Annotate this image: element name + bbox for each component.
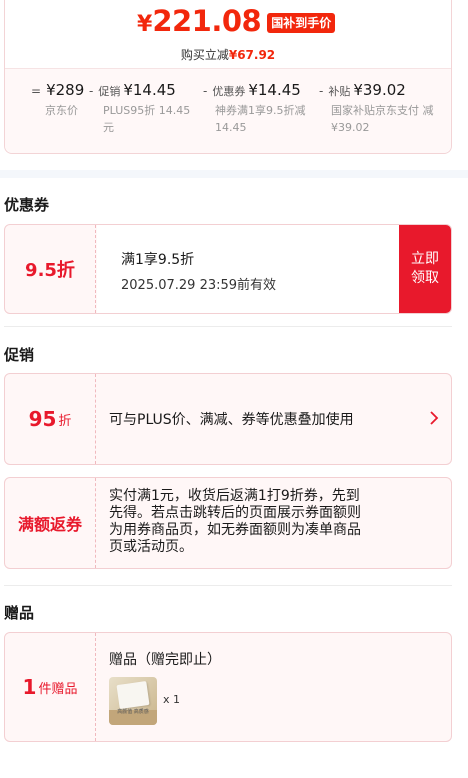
coupon-discount-value: 9.5折 (25, 260, 75, 281)
breakdown-note: 京东价 (45, 104, 78, 117)
plus-discount: 95 折 (5, 374, 95, 464)
gift-section-title: 赠品 (4, 604, 35, 622)
breakdown-promotion: - 促销 ¥14.45 PLUS95折 14.45元 (89, 81, 201, 136)
price-currency: ¥ (137, 11, 153, 37)
rebate-label-box: 满额返券 (5, 478, 95, 568)
price-value: 221.08 (152, 4, 262, 38)
breakdown-note: 神券满1享9.5折减 14.45 (215, 104, 306, 134)
chevron-right-icon[interactable] (429, 410, 439, 429)
breakdown-coupon: - 优惠券 ¥14.45 神券满1享9.5折减 14.45 (203, 81, 317, 136)
plus-promo-text: 可与PLUS价、满减、券等优惠叠加使用 (109, 412, 354, 428)
price-breakdown[interactable]: = ¥289 京东价 - 促销 ¥14.45 PLUS95折 14.45元 - … (5, 69, 451, 153)
rebate-line: 实付满1元，收货后返满1打9折券，先到 (109, 488, 360, 504)
breakdown-value: ¥39.02 (353, 81, 406, 99)
rebate-line: 页或活动页。 (109, 539, 193, 555)
subsidy-price-badge: 国补到手价 (267, 13, 336, 33)
dashed-divider (95, 225, 96, 313)
dashed-divider (95, 478, 96, 568)
price-summary-card: ¥ 221.08 国补到手价 购买立减¥67.92 = ¥289 京东价 - 促… (4, 0, 452, 154)
plus-discount-unit: 折 (58, 413, 72, 429)
rebate-line: 为用券商品页，如无券面额则为凑单商品 (109, 522, 361, 538)
breakdown-label: 优惠券 (212, 85, 246, 98)
gift-card[interactable]: 1 件赠品 赠品（赠完即止） 高颜值 高质感 x 1 (4, 632, 452, 742)
price-header: ¥ 221.08 国补到手价 购买立减¥67.92 (5, 0, 451, 68)
discount-label: 购买立减 (180, 48, 229, 62)
breakdown-note: 国家补贴京东支付 减¥39.02 (331, 104, 434, 134)
rebate-description: 实付满1元，收货后返满1打9折券，先到 先得。若点击跳转后的页面展示券面额则 为… (109, 488, 361, 556)
coupon-condition: 满1享9.5折 (121, 252, 195, 268)
breakdown-note: PLUS95折 14.45元 (103, 104, 191, 134)
breakdown-subsidy: - 补贴 ¥39.02 国家补贴京东支付 减¥39.02 (319, 81, 443, 136)
gift-quantity: x 1 (163, 693, 181, 706)
operator: - (89, 84, 94, 98)
coupon-card[interactable]: 9.5折 满1享9.5折 2025.07.29 23:59前有效 立即 领取 (4, 224, 452, 314)
rebate-promo-card[interactable]: 满额返券 实付满1元，收货后返满1打9折券，先到 先得。若点击跳转后的页面展示券… (4, 477, 452, 569)
plus-discount-value: 95 (28, 407, 57, 431)
breakdown-list-price: = ¥289 京东价 (31, 81, 91, 119)
rebate-line: 先得。若点击跳转后的页面展示券面额则 (109, 505, 361, 521)
claim-label-line2: 领取 (411, 270, 439, 286)
gift-image (116, 681, 150, 709)
gift-count: 1 件赠品 (5, 633, 95, 741)
gift-label: 赠品（赠完即止） (109, 652, 221, 668)
coupon-section-title: 优惠券 (4, 196, 50, 214)
claim-label-line1: 立即 (411, 251, 439, 267)
divider (4, 326, 452, 327)
plus-promo-card[interactable]: 95 折 可与PLUS价、满减、券等优惠叠加使用 (4, 373, 452, 465)
divider (4, 585, 452, 586)
breakdown-label: 促销 (98, 85, 121, 98)
hand-price: ¥ 221.08 国补到手价 (137, 4, 336, 38)
coupon-details: 满1享9.5折 2025.07.29 23:59前有效 (97, 225, 401, 313)
breakdown-value: ¥14.45 (123, 81, 176, 99)
breakdown-label: 补贴 (328, 85, 351, 98)
breakdown-value: ¥289 (46, 81, 85, 99)
gift-thumb-text: 高颜值 高质感 (117, 709, 149, 715)
discount-summary: 购买立减¥67.92 (5, 46, 451, 63)
gift-count-value: 1 (22, 675, 37, 699)
gift-count-unit: 件赠品 (38, 681, 78, 697)
gift-thumbnail[interactable]: 高颜值 高质感 (109, 677, 157, 725)
breakdown-value: ¥14.45 (248, 81, 301, 99)
rebate-label: 满额返券 (17, 515, 82, 534)
operator: = (31, 84, 42, 98)
promo-section-title: 促销 (4, 346, 35, 364)
operator: - (203, 84, 208, 98)
discount-amount: ¥67.92 (228, 48, 276, 62)
operator: - (319, 84, 324, 98)
section-separator (0, 170, 468, 178)
coupon-discount: 9.5折 (5, 225, 95, 313)
dashed-divider (95, 633, 96, 741)
coupon-validity: 2025.07.29 23:59前有效 (121, 278, 277, 293)
dashed-divider (95, 374, 96, 464)
claim-coupon-button[interactable]: 立即 领取 (399, 225, 451, 313)
